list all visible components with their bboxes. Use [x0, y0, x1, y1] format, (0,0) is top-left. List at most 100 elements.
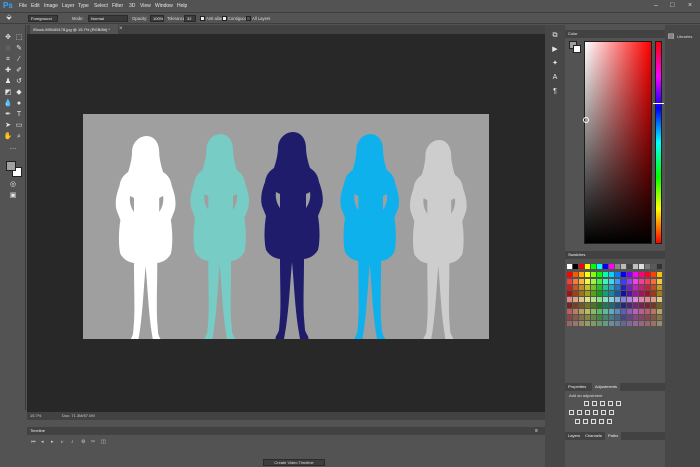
swatch[interactable]	[573, 285, 578, 290]
settings-icon[interactable]: ⚙	[81, 439, 85, 445]
swatch[interactable]	[651, 264, 656, 269]
paragraph-panel-icon[interactable]: ¶	[550, 87, 560, 97]
quick-select-icon[interactable]: ✎	[14, 44, 24, 54]
swatch[interactable]	[645, 264, 650, 269]
close-icon[interactable]: ×	[688, 1, 692, 10]
document-tab[interactable]: iStock-599165178.jpg @ 15.7% (RGB/8#) *	[30, 25, 118, 34]
mode-select[interactable]: Normal	[88, 15, 128, 22]
menu-window[interactable]: Window	[155, 2, 173, 10]
swatch[interactable]	[645, 272, 650, 277]
actions-panel-icon[interactable]: ▶	[550, 45, 560, 55]
swatch[interactable]	[621, 291, 626, 296]
swatch[interactable]	[651, 291, 656, 296]
swatch[interactable]	[627, 264, 632, 269]
swatch[interactable]	[609, 291, 614, 296]
invert-icon[interactable]	[575, 419, 580, 424]
swatch[interactable]	[591, 321, 596, 326]
rectangle-tool-icon[interactable]: ▭	[14, 121, 24, 131]
blur-tool-icon[interactable]: 💧	[3, 99, 13, 109]
swatch[interactable]	[615, 315, 620, 320]
tab-adjustments[interactable]: Adjustments	[592, 383, 621, 391]
swatch[interactable]	[657, 291, 662, 296]
swatch[interactable]	[585, 303, 590, 308]
swatch[interactable]	[609, 279, 614, 284]
maximize-icon[interactable]: □	[670, 1, 674, 10]
antialias-checkbox[interactable]	[200, 16, 205, 21]
swatch[interactable]	[579, 303, 584, 308]
swatch[interactable]	[651, 315, 656, 320]
swatch[interactable]	[591, 315, 596, 320]
swatch[interactable]	[573, 315, 578, 320]
swatch[interactable]	[657, 264, 662, 269]
character-panel-icon[interactable]: A	[550, 73, 560, 83]
swatch[interactable]	[585, 279, 590, 284]
swatch[interactable]	[633, 272, 638, 277]
swatch[interactable]	[657, 303, 662, 308]
swatch[interactable]	[597, 303, 602, 308]
swatch[interactable]	[567, 264, 572, 269]
more-tools-icon[interactable]: …	[8, 143, 18, 153]
zoom-readout[interactable]: 15.7%	[30, 412, 41, 420]
menu-3d[interactable]: 3D	[129, 2, 135, 10]
swatch[interactable]	[639, 291, 644, 296]
black-white-icon[interactable]	[585, 410, 590, 415]
swatch[interactable]	[585, 264, 590, 269]
swatch[interactable]	[597, 315, 602, 320]
threshold-icon[interactable]	[591, 419, 596, 424]
swatch[interactable]	[615, 264, 620, 269]
swatch[interactable]	[621, 285, 626, 290]
path-select-icon[interactable]: ➤	[3, 121, 13, 131]
swatch[interactable]	[603, 297, 608, 302]
swatch[interactable]	[621, 315, 626, 320]
tab-paths[interactable]: Paths	[605, 432, 622, 440]
swatch[interactable]	[627, 291, 632, 296]
swatch[interactable]	[591, 279, 596, 284]
swatch[interactable]	[579, 309, 584, 314]
swatch[interactable]	[567, 285, 572, 290]
panel-menu-icon[interactable]: ≡	[535, 427, 538, 435]
swatch[interactable]	[645, 309, 650, 314]
foreground-color-swatch[interactable]	[6, 161, 16, 171]
swatch[interactable]	[639, 303, 644, 308]
swatch[interactable]	[585, 321, 590, 326]
swatch[interactable]	[579, 315, 584, 320]
swatch[interactable]	[597, 291, 602, 296]
audio-icon[interactable]: ♪	[71, 439, 74, 445]
swatch[interactable]	[579, 279, 584, 284]
swatch[interactable]	[573, 297, 578, 302]
brightness-contrast-icon[interactable]	[584, 401, 589, 406]
zoom-tool-icon[interactable]: ⌕	[14, 132, 24, 142]
tab-properties[interactable]: Properties	[568, 383, 586, 391]
swatch[interactable]	[633, 291, 638, 296]
crop-tool-icon[interactable]: ⌗	[3, 55, 13, 65]
type-tool-icon[interactable]: T	[14, 110, 24, 120]
swatch[interactable]	[627, 297, 632, 302]
swatch[interactable]	[573, 279, 578, 284]
swatch[interactable]	[639, 309, 644, 314]
swatch[interactable]	[603, 309, 608, 314]
hue-slider[interactable]	[653, 41, 664, 244]
minimize-icon[interactable]: –	[654, 1, 658, 10]
swatch[interactable]	[627, 303, 632, 308]
swatch[interactable]	[639, 279, 644, 284]
swatch[interactable]	[627, 309, 632, 314]
selective-color-icon[interactable]	[607, 419, 612, 424]
swatch[interactable]	[633, 315, 638, 320]
swatch[interactable]	[579, 264, 584, 269]
fill-source-select[interactable]: Foreground	[28, 15, 58, 22]
swatch[interactable]	[609, 315, 614, 320]
swatch[interactable]	[573, 303, 578, 308]
swatch[interactable]	[573, 272, 578, 277]
swatch[interactable]	[567, 279, 572, 284]
brushes-panel-icon[interactable]: ✦	[550, 59, 560, 69]
swatch[interactable]	[633, 279, 638, 284]
history-panel-icon[interactable]: ⧉	[550, 31, 560, 41]
swatch[interactable]	[591, 303, 596, 308]
swatch[interactable]	[651, 321, 656, 326]
swatch[interactable]	[597, 279, 602, 284]
paint-bucket-tool-icon[interactable]: ◆	[14, 88, 24, 98]
photo-filter-icon[interactable]	[593, 410, 598, 415]
swatch[interactable]	[621, 279, 626, 284]
swatch[interactable]	[597, 309, 602, 314]
hue-slider-marker[interactable]	[653, 102, 664, 104]
